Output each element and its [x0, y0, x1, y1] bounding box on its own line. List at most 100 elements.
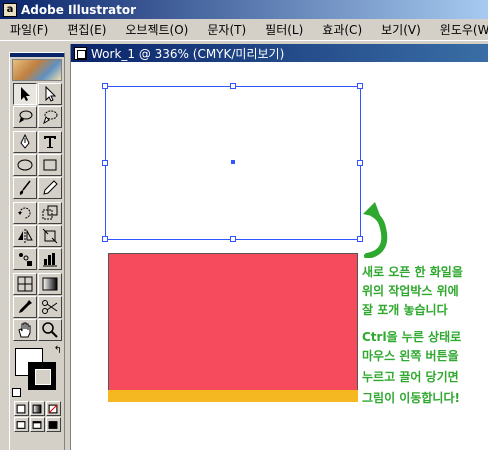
pencil-tool[interactable]: [37, 177, 62, 199]
scale-icon: [42, 205, 57, 220]
eyedropper-tool[interactable]: [12, 296, 37, 318]
rectangle-icon: [43, 159, 56, 171]
menu-window[interactable]: 윈도우(W): [440, 21, 488, 38]
paintbrush-tool[interactable]: [12, 177, 37, 199]
fill-stroke-swatches: ↰: [12, 345, 62, 397]
none-mode-icon: [48, 404, 58, 413]
document-window: Work_1 @ 336% (CMYK/미리보기) 새로 오픈 한 화일을 위의…: [70, 44, 488, 450]
solid-color-icon: [16, 404, 26, 413]
reflect-tool[interactable]: [12, 225, 37, 247]
menu-type[interactable]: 문자(T): [207, 21, 246, 38]
direct-selection-tool[interactable]: [37, 83, 62, 105]
instruction-line-4: Ctrl을 누른 상태로: [362, 330, 462, 344]
symbol-sprayer-icon: [18, 253, 32, 266]
zoom-tool[interactable]: [37, 319, 62, 341]
app-titlebar: a Adobe Illustrator: [0, 0, 488, 19]
document-icon: [74, 46, 87, 60]
instruction-line-3: 잘 포개 놓습니다: [362, 303, 448, 317]
illustrator-app-icon[interactable]: a: [3, 2, 17, 17]
toolbox-panel: ↰: [9, 52, 65, 450]
handle-top-right[interactable]: [357, 83, 363, 89]
color-mode-button[interactable]: [13, 401, 29, 416]
ellipse-icon: [17, 159, 32, 171]
pencil-icon: [42, 180, 58, 195]
none-mode-button[interactable]: [45, 401, 61, 416]
menu-view[interactable]: 보기(V): [381, 21, 421, 38]
rotate-tool[interactable]: [12, 202, 37, 224]
handle-middle-left[interactable]: [102, 160, 108, 166]
instruction-line-7: 그림이 이동합니다!: [362, 391, 460, 405]
direct-selection-arrow-icon: [45, 85, 56, 102]
rotate-icon: [17, 207, 30, 219]
ellipse-tool[interactable]: [12, 154, 37, 176]
menu-edit[interactable]: 편집(E): [67, 21, 106, 38]
direct-lasso-icon: [42, 110, 57, 125]
center-point: [231, 160, 235, 164]
full-screen-menu-mode-button[interactable]: [29, 417, 45, 432]
pen-nib-icon: [19, 133, 30, 149]
toolbox-grip[interactable]: [10, 53, 64, 57]
symbol-sprayer-tool[interactable]: [12, 248, 37, 270]
lasso-tool[interactable]: [12, 106, 37, 128]
scale-tool[interactable]: [37, 202, 62, 224]
default-colors-icon[interactable]: [12, 388, 21, 397]
menu-file[interactable]: 파일(F): [10, 21, 48, 38]
full-screen-mode-button[interactable]: [45, 417, 61, 432]
scissors-tool[interactable]: [37, 296, 62, 318]
tool-group-color-mode: [10, 401, 64, 432]
handle-top-center[interactable]: [230, 83, 236, 89]
instruction-line-2: 위의 작업박스 위에: [362, 284, 459, 298]
direct-lasso-tool[interactable]: [37, 106, 62, 128]
instruction-line-1: 새로 오픈 한 화일을: [362, 265, 463, 279]
scissors-icon: [41, 300, 57, 314]
handle-middle-right[interactable]: [357, 160, 363, 166]
instruction-line-6: 누르고 끌어 당기면: [362, 370, 459, 384]
pasted-image-yellow-strip[interactable]: [108, 390, 358, 402]
stroke-swatch[interactable]: [28, 362, 56, 390]
app-title: Adobe Illustrator: [21, 2, 137, 17]
gradient-mode-icon: [32, 404, 42, 413]
tool-group-drawing: [10, 131, 64, 199]
paintbrush-icon: [19, 180, 31, 195]
selected-artboard-box[interactable]: [102, 83, 363, 242]
menu-filter[interactable]: 필터(L): [265, 21, 303, 38]
mesh-tool[interactable]: [12, 273, 37, 295]
menu-object[interactable]: 오브젝트(O): [125, 21, 188, 38]
full-screen-menu-icon: [32, 420, 42, 429]
selection-arrow-icon: [20, 87, 30, 101]
swap-fill-stroke-icon[interactable]: ↰: [54, 345, 62, 356]
full-screen-icon: [48, 420, 58, 429]
toolbox-logo[interactable]: [12, 59, 62, 81]
lasso-icon: [18, 110, 32, 123]
pasted-image-red[interactable]: [108, 253, 358, 391]
standard-screen-mode-button[interactable]: [13, 417, 29, 432]
tool-group-selection: [10, 83, 64, 128]
rectangle-tool[interactable]: [37, 154, 62, 176]
gradient-icon: [42, 277, 57, 291]
reflect-icon: [17, 229, 33, 243]
mesh-icon: [17, 276, 32, 292]
curved-up-arrow-icon: [363, 202, 388, 258]
menu-effect[interactable]: 효과(C): [322, 21, 362, 38]
graph-tool[interactable]: [37, 248, 62, 270]
tool-group-paint: [10, 273, 64, 341]
magnifier-icon: [41, 322, 58, 338]
standard-screen-icon: [16, 420, 26, 429]
gradient-mode-button[interactable]: [29, 401, 45, 416]
hand-icon: [17, 322, 30, 338]
type-t-icon: [43, 136, 56, 148]
pen-tool[interactable]: [12, 131, 37, 153]
handle-bottom-left[interactable]: [102, 236, 108, 242]
selection-tool[interactable]: [12, 83, 37, 105]
handle-bottom-center[interactable]: [230, 236, 236, 242]
gradient-tool[interactable]: [37, 273, 62, 295]
hand-tool[interactable]: [12, 319, 37, 341]
column-graph-icon: [42, 253, 57, 267]
document-titlebar[interactable]: Work_1 @ 336% (CMYK/미리보기): [71, 44, 488, 62]
free-transform-tool[interactable]: [37, 225, 62, 247]
handle-top-left[interactable]: [102, 83, 108, 89]
free-transform-icon: [42, 228, 57, 244]
eyedropper-icon: [18, 300, 32, 313]
instruction-line-5: 마우스 왼쪽 버튼을: [362, 349, 459, 363]
type-tool[interactable]: [37, 131, 62, 153]
